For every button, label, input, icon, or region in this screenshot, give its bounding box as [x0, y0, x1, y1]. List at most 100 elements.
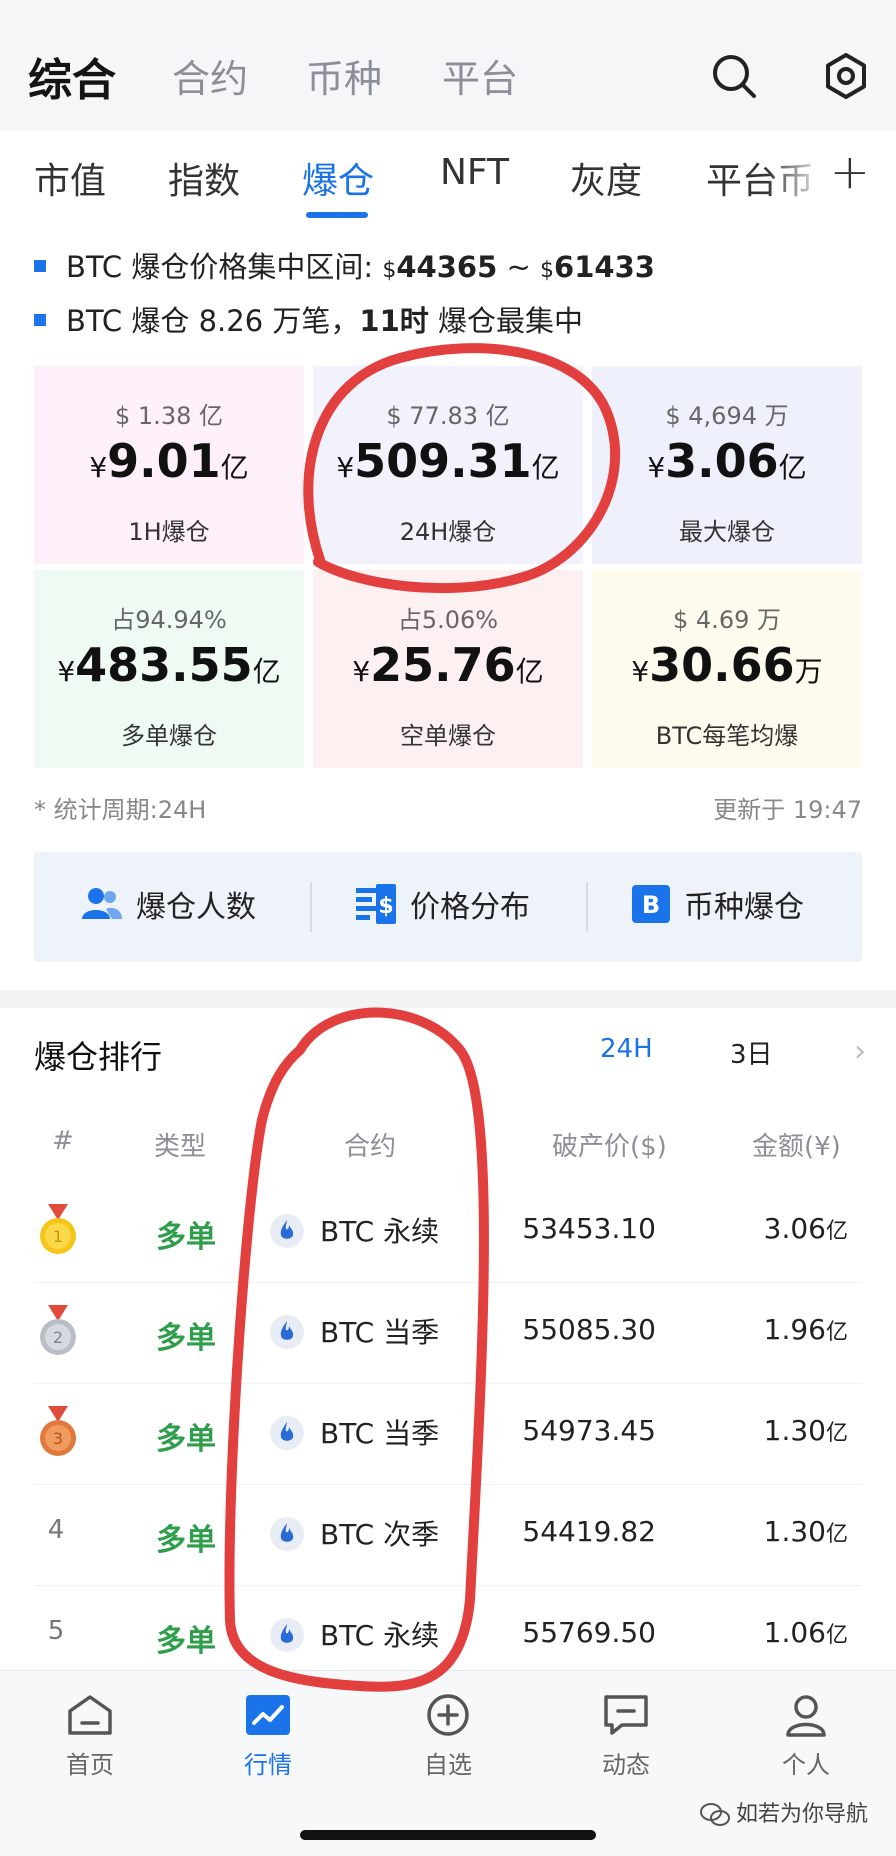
- stat-share: 占94.94%: [111, 606, 227, 634]
- price-distribution-button[interactable]: $ 价格分布: [356, 882, 530, 932]
- add-watchlist-icon: [427, 1694, 469, 1736]
- exchange-logo-icon: [270, 1214, 304, 1248]
- tab-profile[interactable]: 个人: [746, 1693, 866, 1780]
- position-type: 多单: [156, 1321, 216, 1356]
- coin-liquidation-button[interactable]: B 币种爆仓: [632, 882, 804, 932]
- top-tab-coin[interactable]: 币种: [306, 48, 382, 103]
- home-indicator: [300, 1830, 596, 1840]
- amount: 1.30亿: [763, 1414, 848, 1447]
- liquidated-users-button[interactable]: 爆仓人数: [82, 882, 256, 932]
- svg-text:3: 3: [53, 1429, 63, 1448]
- contract-name: BTC 次季: [320, 1518, 440, 1551]
- svg-text:2: 2: [53, 1328, 63, 1347]
- price-range-low: 44365: [396, 250, 498, 284]
- sub-nav-fade: [766, 130, 826, 230]
- tab-label: 动态: [602, 1751, 650, 1779]
- stat-card-average[interactable]: $ 4.69 万 ¥30.66万 BTC每笔均爆: [592, 570, 862, 768]
- home-icon: [68, 1695, 112, 1735]
- exchange-logo-icon: [270, 1517, 304, 1551]
- table-row[interactable]: 2 多单 BTC 当季 55085.30 1.96亿: [34, 1283, 862, 1384]
- tab-watchlist[interactable]: 自选: [388, 1693, 508, 1780]
- amount: 1.30亿: [763, 1515, 848, 1548]
- stat-card-long[interactable]: 占94.94% ¥483.55亿 多单爆仓: [34, 570, 304, 768]
- bullet-icon: [34, 314, 46, 326]
- divider: [586, 882, 588, 932]
- stat-value: ¥30.66万: [631, 638, 823, 692]
- add-tab-button[interactable]: +: [830, 144, 870, 200]
- position-type: 多单: [156, 1422, 216, 1457]
- table-row[interactable]: 1 多单 BTC 永续 53453.10 3.06亿: [34, 1182, 862, 1283]
- sub-tab-nft[interactable]: NFT: [440, 152, 509, 193]
- stat-usd: $ 77.83 亿: [386, 402, 510, 430]
- amount: 1.96亿: [763, 1313, 848, 1346]
- bankruptcy-price: 53453.10: [522, 1212, 656, 1245]
- table-row[interactable]: 3 多单 BTC 当季 54973.45 1.30亿: [34, 1384, 862, 1485]
- top-tab-overview[interactable]: 综合: [28, 44, 116, 108]
- bankruptcy-price: 54419.82: [522, 1515, 656, 1548]
- settings-icon[interactable]: [822, 52, 870, 100]
- svg-text:B: B: [642, 891, 660, 919]
- contract-name: BTC 当季: [320, 1316, 440, 1349]
- stat-label: 24H爆仓: [399, 518, 497, 546]
- chevron-right-icon[interactable]: ›: [854, 1034, 866, 1069]
- contract-name: BTC 当季: [320, 1417, 440, 1450]
- price-range-high: 61433: [554, 250, 655, 284]
- column-header-rank: #: [52, 1126, 74, 1156]
- table-row[interactable]: 4 多单 BTC 次季 54419.82 1.30亿: [34, 1485, 862, 1586]
- tab-home[interactable]: 首页: [30, 1693, 150, 1780]
- liquidation-count-line: BTC 爆仓 8.26 万笔，11时 爆仓最集中: [34, 298, 583, 340]
- quick-action-label: 爆仓人数: [136, 890, 256, 925]
- sub-tab-liquidation[interactable]: 爆仓: [302, 152, 374, 204]
- sub-tab-grayscale[interactable]: 灰度: [570, 152, 642, 204]
- watermark: 如若为你导航: [699, 1796, 868, 1828]
- search-icon[interactable]: [710, 52, 758, 100]
- bullet-icon: [34, 260, 46, 272]
- top-tab-platform[interactable]: 平台: [442, 48, 518, 103]
- liquidation-ranking: 爆仓排行 24H 3日 › # 类型 合约 破产价($) 金额(¥) 1 多单 …: [0, 1008, 896, 1687]
- price-distribution-icon: $: [356, 884, 396, 924]
- stat-value: ¥25.76亿: [352, 638, 544, 692]
- svg-text:$: $: [378, 894, 393, 919]
- column-header-type: 类型: [154, 1132, 207, 1162]
- column-header-contract: 合约: [344, 1132, 397, 1162]
- tab-feed[interactable]: 动态: [566, 1693, 686, 1780]
- market-chart-icon: [246, 1695, 290, 1735]
- exchange-logo-icon: [270, 1315, 304, 1349]
- ranking-title: 爆仓排行: [34, 1038, 163, 1076]
- stat-share: 占5.06%: [397, 606, 499, 634]
- gold-medal-icon: 1: [40, 1204, 76, 1254]
- user-icon: [786, 1695, 826, 1737]
- contract-name: BTC 永续: [320, 1619, 440, 1652]
- ranking-tab-3d[interactable]: 3日: [730, 1034, 773, 1071]
- bankruptcy-price: 54973.45: [522, 1414, 656, 1447]
- bottom-tab-bar: 首页 行情 自选 动态 个人: [0, 1670, 896, 1856]
- price-range-label: BTC 爆仓价格集中区间:: [66, 250, 383, 284]
- stat-label: 空单爆仓: [400, 722, 496, 750]
- column-header-bankruptcy-price: 破产价($): [552, 1132, 667, 1162]
- tab-label: 首页: [66, 1751, 114, 1779]
- range-separator: ~: [497, 250, 541, 284]
- quick-action-label: 价格分布: [410, 890, 530, 925]
- sub-tab-market-cap[interactable]: 市值: [34, 152, 106, 204]
- stats-grid: $ 1.38 亿 ¥9.01亿 1H爆仓 $ 77.83 亿 ¥509.31亿 …: [34, 366, 862, 768]
- wechat-icon: [699, 1803, 730, 1826]
- top-tab-contract[interactable]: 合约: [172, 48, 248, 103]
- message-icon: [604, 1695, 648, 1735]
- stat-usd: $ 4.69 万: [673, 606, 781, 634]
- tab-label: 个人: [782, 1751, 830, 1779]
- bronze-medal-icon: 3: [40, 1406, 76, 1456]
- tab-market[interactable]: 行情: [208, 1693, 328, 1780]
- stat-card-24h[interactable]: $ 77.83 亿 ¥509.31亿 24H爆仓: [313, 366, 583, 564]
- bitcoin-icon: B: [632, 885, 670, 923]
- stat-period: * 统计周期:24H: [34, 796, 207, 824]
- sub-tab-index[interactable]: 指数: [168, 152, 240, 204]
- stat-card-max[interactable]: $ 4,694 万 ¥3.06亿 最大爆仓: [592, 366, 862, 564]
- stat-value: ¥509.31亿: [336, 434, 560, 488]
- watermark-text: 如若为你导航: [735, 1802, 868, 1827]
- stat-card-short[interactable]: 占5.06% ¥25.76亿 空单爆仓: [313, 570, 583, 768]
- ranking-tab-24h[interactable]: 24H: [600, 1034, 653, 1064]
- stat-card-1h[interactable]: $ 1.38 亿 ¥9.01亿 1H爆仓: [34, 366, 304, 564]
- column-header-amount: 金额(¥): [752, 1132, 841, 1162]
- peak-hour: 11时: [359, 304, 429, 338]
- tab-label: 自选: [424, 1751, 472, 1779]
